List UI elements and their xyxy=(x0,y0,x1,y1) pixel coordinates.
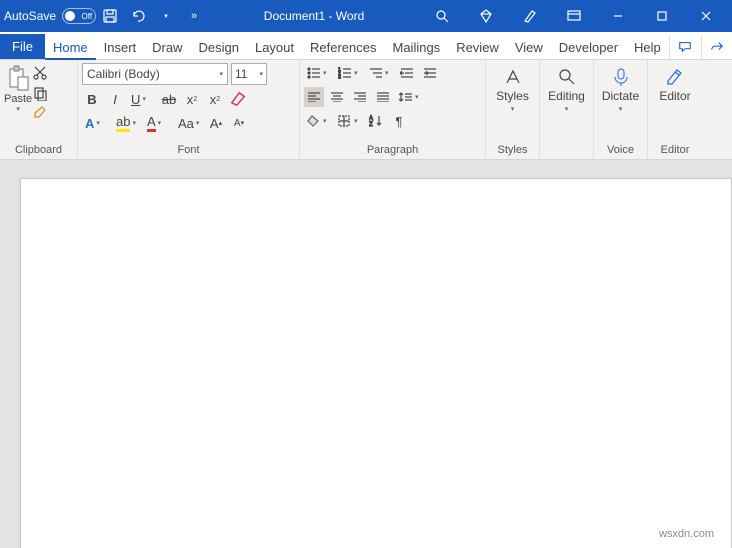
tab-developer[interactable]: Developer xyxy=(551,36,626,59)
paste-button[interactable]: Paste ▾ xyxy=(4,63,32,144)
undo-dropdown-icon[interactable]: ▾ xyxy=(152,2,180,30)
font-name-select[interactable]: Calibri (Body)▾ xyxy=(82,63,228,85)
autosave-toggle[interactable]: Off xyxy=(62,8,96,24)
autosave-knob xyxy=(65,11,75,21)
tab-mailings[interactable]: Mailings xyxy=(385,36,449,59)
multilevel-list-button[interactable]: ▾ xyxy=(366,63,394,83)
text-effects-button[interactable]: A▾ xyxy=(82,113,110,133)
underline-button[interactable]: U▾ xyxy=(128,89,156,109)
font-label: Font xyxy=(78,144,299,159)
tab-layout[interactable]: Layout xyxy=(247,36,302,59)
svg-text:3: 3 xyxy=(338,75,341,79)
change-case-button[interactable]: Aa▾ xyxy=(175,113,203,133)
superscript-button[interactable]: x2 xyxy=(205,89,225,109)
italic-button[interactable]: I xyxy=(105,89,125,109)
group-styles: Styles ▾ Styles xyxy=(486,60,540,159)
group-voice: Dictate ▾ Voice xyxy=(594,60,648,159)
shrink-font-button[interactable]: A▾ xyxy=(229,113,249,133)
minimize-icon[interactable] xyxy=(596,2,640,30)
document-canvas[interactable] xyxy=(0,160,732,548)
designer-icon[interactable] xyxy=(508,2,552,30)
share-icon[interactable] xyxy=(701,35,732,59)
styles-button[interactable]: Styles ▾ xyxy=(490,63,535,144)
copy-icon[interactable] xyxy=(32,85,48,101)
editing-button[interactable]: Editing ▾ xyxy=(544,63,589,156)
autosave-state: Off xyxy=(82,12,93,21)
font-size-select[interactable]: 11▾ xyxy=(231,63,267,85)
document-page[interactable] xyxy=(20,178,732,548)
svg-text:Z: Z xyxy=(369,122,373,128)
tab-insert[interactable]: Insert xyxy=(96,36,145,59)
title-bar: AutoSave Off ▾ » Document1 - Word xyxy=(0,0,732,32)
editor-button[interactable]: Editor xyxy=(652,63,698,144)
clipboard-label: Clipboard xyxy=(0,144,77,159)
align-left-button[interactable] xyxy=(304,87,324,107)
show-marks-button[interactable]: ¶ xyxy=(389,111,409,131)
maximize-icon[interactable] xyxy=(640,2,684,30)
borders-button[interactable]: ▾ xyxy=(335,111,363,131)
watermark-text: wsxdn.com xyxy=(659,528,714,540)
group-paragraph: ▾ 123▾ ▾ ▾ ▾ ▾ AZ ¶ xyxy=(300,60,486,159)
tab-help[interactable]: Help xyxy=(626,36,669,59)
paragraph-label: Paragraph xyxy=(300,144,485,159)
paste-dropdown-icon[interactable]: ▾ xyxy=(16,105,20,113)
font-color-button[interactable]: A▾ xyxy=(144,113,172,133)
ribbon: Paste ▾ Clipboard Calibri (Body)▾ 11▾ B … xyxy=(0,60,732,160)
tab-design[interactable]: Design xyxy=(191,36,247,59)
close-icon[interactable] xyxy=(684,2,728,30)
comments-icon[interactable] xyxy=(669,35,701,59)
quick-access-more-icon[interactable]: » xyxy=(180,2,208,30)
editing-label xyxy=(540,156,593,159)
tab-review[interactable]: Review xyxy=(448,36,507,59)
voice-label: Voice xyxy=(594,144,647,159)
styles-label: Styles xyxy=(486,144,539,159)
cut-icon[interactable] xyxy=(32,65,48,81)
group-editing: Editing ▾ xyxy=(540,60,594,159)
window-title: Document1 - Word xyxy=(208,9,420,23)
subscript-button[interactable]: x2 xyxy=(182,89,202,109)
group-clipboard: Paste ▾ Clipboard xyxy=(0,60,78,159)
autosave-label: AutoSave xyxy=(4,9,56,23)
undo-icon[interactable] xyxy=(124,2,152,30)
search-icon[interactable] xyxy=(420,2,464,30)
premium-icon[interactable] xyxy=(464,2,508,30)
group-font: Calibri (Body)▾ 11▾ B I U▾ ab x2 x2 A▾ a… xyxy=(78,60,300,159)
ribbon-display-icon[interactable] xyxy=(552,2,596,30)
format-painter-icon[interactable] xyxy=(32,105,48,121)
paste-label: Paste xyxy=(4,93,32,105)
save-icon[interactable] xyxy=(96,2,124,30)
increase-indent-button[interactable] xyxy=(420,63,440,83)
justify-button[interactable] xyxy=(373,87,393,107)
strikethrough-button[interactable]: ab xyxy=(159,89,179,109)
clear-format-icon[interactable] xyxy=(228,89,248,109)
tab-references[interactable]: References xyxy=(302,36,384,59)
tab-file[interactable]: File xyxy=(0,34,45,59)
bullets-button[interactable]: ▾ xyxy=(304,63,332,83)
editor-label: Editor xyxy=(648,144,702,159)
sort-button[interactable]: AZ xyxy=(366,111,386,131)
highlight-button[interactable]: ab▾ xyxy=(113,113,141,133)
dictate-button[interactable]: Dictate ▾ xyxy=(598,63,643,144)
line-spacing-button[interactable]: ▾ xyxy=(396,87,424,107)
group-editor: Editor Editor xyxy=(648,60,702,159)
align-center-button[interactable] xyxy=(327,87,347,107)
tab-view[interactable]: View xyxy=(507,36,551,59)
ribbon-tabs: File Home Insert Draw Design Layout Refe… xyxy=(0,32,732,60)
shading-button[interactable]: ▾ xyxy=(304,111,332,131)
tab-draw[interactable]: Draw xyxy=(144,36,190,59)
tab-home[interactable]: Home xyxy=(45,36,96,60)
autosave-control[interactable]: AutoSave Off xyxy=(4,8,96,24)
grow-font-button[interactable]: A▴ xyxy=(206,113,226,133)
numbering-button[interactable]: 123▾ xyxy=(335,63,363,83)
align-right-button[interactable] xyxy=(350,87,370,107)
decrease-indent-button[interactable] xyxy=(397,63,417,83)
bold-button[interactable]: B xyxy=(82,89,102,109)
